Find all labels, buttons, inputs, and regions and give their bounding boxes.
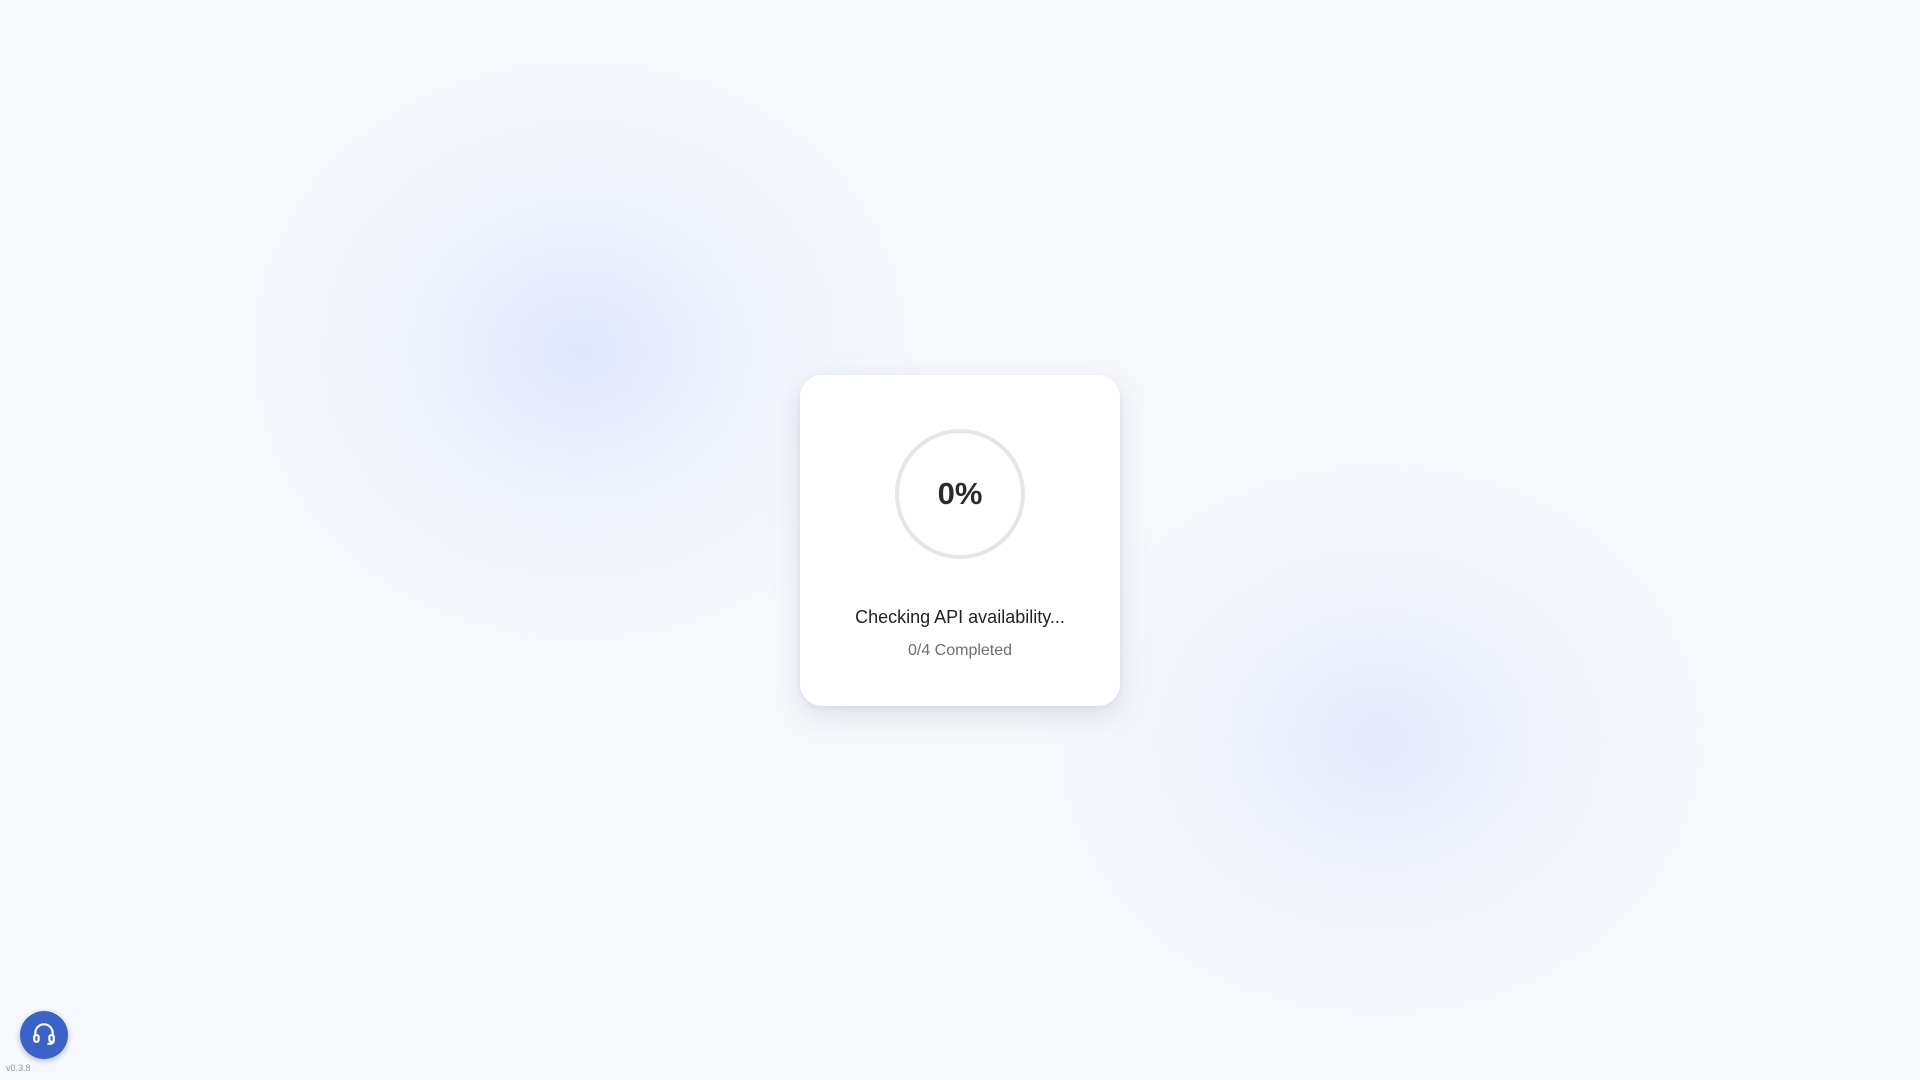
background-glow-right: [1030, 440, 1730, 1040]
progress-ring: 0%: [895, 429, 1025, 559]
loading-card: 0% Checking API availability... 0/4 Comp…: [800, 375, 1120, 706]
progress-percent: 0%: [937, 476, 983, 511]
version-label: v0.3.8: [6, 1063, 31, 1073]
headset-icon: [31, 1020, 57, 1051]
support-button[interactable]: [20, 1011, 68, 1059]
completion-count: 0/4 Completed: [907, 642, 1013, 659]
status-message: Checking API availability...: [855, 607, 1065, 627]
